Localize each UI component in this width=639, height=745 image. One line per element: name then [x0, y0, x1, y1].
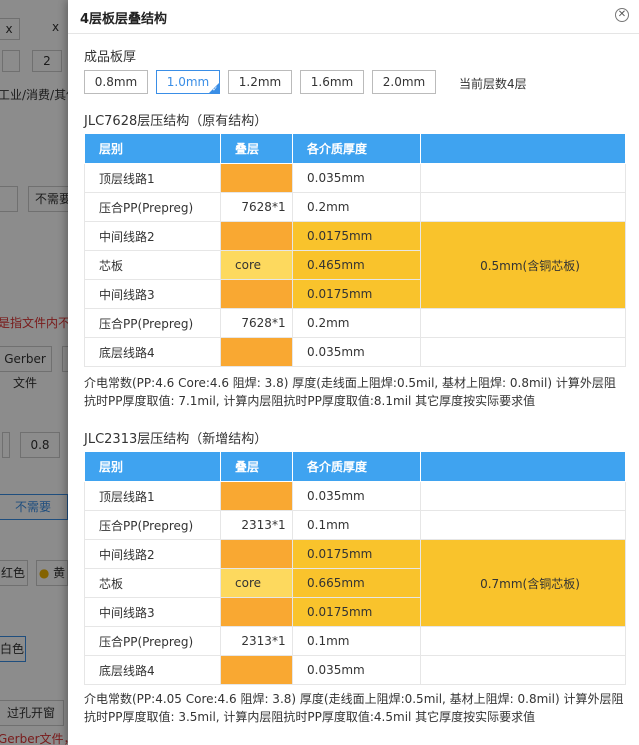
thickness-cell: 0.035mm [292, 163, 421, 193]
extra-cell [420, 337, 626, 367]
table-row: 顶层线路1 0.035mm [84, 481, 626, 511]
check-icon: ✓ [212, 85, 218, 93]
layer-name: 顶层线路1 [84, 481, 221, 511]
header-thickness: 各介质厚度 [292, 133, 421, 164]
stack1-title: JLC7628层压结构（原有结构） [84, 114, 268, 129]
stack-cell [220, 539, 293, 569]
layer-name: 底层线路4 [84, 655, 221, 685]
close-icon[interactable]: ✕ [615, 8, 629, 22]
thickness-cell: 0.1mm [292, 626, 421, 656]
thickness-option-label: 1.0mm [166, 75, 210, 89]
stack-cell: 7628*1 [220, 192, 293, 222]
stack1-note: 介电常数(PP:4.6 Core:4.6 阻焊: 3.8) 厚度(走线面上阻焊:… [84, 376, 616, 408]
layer-name: 中间线路3 [84, 279, 221, 309]
header-extra [420, 133, 626, 164]
layer-count-text: 当前层数4层 [459, 77, 527, 91]
header-thickness: 各介质厚度 [292, 451, 421, 482]
thickness-cell: 0.0175mm [292, 539, 421, 569]
table-row: 顶层线路1 0.035mm [84, 163, 626, 193]
table-row: 压合PP(Prepreg) 7628*1 0.2mm [84, 192, 626, 222]
header-layer: 层别 [84, 133, 221, 164]
modal-header: 4层板层叠结构 ✕ [68, 0, 639, 34]
extra-cell [420, 163, 626, 193]
extra-cell [420, 655, 626, 685]
stack-cell: 2313*1 [220, 626, 293, 656]
layer-name: 压合PP(Prepreg) [84, 308, 221, 338]
header-layer: 层别 [84, 451, 221, 482]
header-stack: 叠层 [220, 451, 293, 482]
stackup-modal: 4层板层叠结构 ✕ 成品板厚 0.8mm 1.0mm ✓ 1.2mm 1.6mm … [68, 0, 639, 745]
table-header-row: 层别 叠层 各介质厚度 [84, 451, 626, 482]
table-row: 压合PP(Prepreg) 2313*1 0.1mm [84, 510, 626, 540]
table-row: 底层线路4 0.035mm [84, 655, 626, 685]
modal-title: 4层板层叠结构 [80, 12, 168, 27]
layer-name: 压合PP(Prepreg) [84, 626, 221, 656]
thickness-cell: 0.0175mm [292, 221, 421, 251]
table-row: 中间线路2 0.0175mm 0.5mm(含铜芯板) [84, 221, 626, 309]
stack-cell: 7628*1 [220, 308, 293, 338]
thickness-option-1-0[interactable]: 1.0mm ✓ [156, 70, 220, 94]
extra-cell [420, 510, 626, 540]
thickness-cell: 0.035mm [292, 337, 421, 367]
table-row: 底层线路4 0.035mm [84, 337, 626, 367]
layer-name: 压合PP(Prepreg) [84, 192, 221, 222]
stack2-note: 介电常数(PP:4.05 Core:4.6 阻焊: 3.8) 厚度(走线面上阻焊… [84, 692, 624, 724]
thickness-option-0-8[interactable]: 0.8mm [84, 70, 148, 94]
extra-cell [420, 626, 626, 656]
thickness-cell: 0.1mm [292, 510, 421, 540]
stack-cell [220, 279, 293, 309]
thickness-option-1-6[interactable]: 1.6mm [300, 70, 364, 94]
thickness-cell: 0.465mm [292, 250, 421, 280]
thickness-cell: 0.0175mm [292, 279, 421, 309]
thickness-cell: 0.2mm [292, 192, 421, 222]
stack2-table: 层别 叠层 各介质厚度 顶层线路1 0.035mm 压合PP(Prepreg) … [84, 451, 626, 685]
stack-cell [220, 221, 293, 251]
layer-name: 中间线路2 [84, 221, 221, 251]
stack-cell: core [220, 568, 293, 598]
stack-cell [220, 163, 293, 193]
stack1-table: 层别 叠层 各介质厚度 顶层线路1 0.035mm 压合PP(Prepreg) … [84, 133, 626, 367]
core-total-cell: 0.5mm(含铜芯板) [420, 221, 626, 309]
core-total-cell: 0.7mm(含铜芯板) [420, 539, 626, 627]
extra-cell [420, 481, 626, 511]
table-header-row: 层别 叠层 各介质厚度 [84, 133, 626, 164]
thickness-option-1-2[interactable]: 1.2mm [228, 70, 292, 94]
header-extra [420, 451, 626, 482]
extra-cell [420, 192, 626, 222]
layer-name: 底层线路4 [84, 337, 221, 367]
table-row: 压合PP(Prepreg) 2313*1 0.1mm [84, 626, 626, 656]
header-stack: 叠层 [220, 133, 293, 164]
stack-cell [220, 481, 293, 511]
stack-cell: core [220, 250, 293, 280]
layer-name: 顶层线路1 [84, 163, 221, 193]
stack2-title: JLC2313层压结构（新增结构） [84, 432, 268, 447]
layer-name: 中间线路2 [84, 539, 221, 569]
thickness-cell: 0.665mm [292, 568, 421, 598]
table-row: 压合PP(Prepreg) 7628*1 0.2mm [84, 308, 626, 338]
thickness-option-2-0[interactable]: 2.0mm [372, 70, 436, 94]
extra-cell [420, 308, 626, 338]
thickness-cell: 0.0175mm [292, 597, 421, 627]
layer-name: 芯板 [84, 250, 221, 280]
stack-cell [220, 597, 293, 627]
layer-name: 压合PP(Prepreg) [84, 510, 221, 540]
stack-cell [220, 655, 293, 685]
thickness-label: 成品板厚 [84, 50, 137, 65]
stack-cell: 2313*1 [220, 510, 293, 540]
table-row: 中间线路2 0.0175mm 0.7mm(含铜芯板) [84, 539, 626, 627]
layer-name: 芯板 [84, 568, 221, 598]
thickness-cell: 0.035mm [292, 481, 421, 511]
layer-name: 中间线路3 [84, 597, 221, 627]
stack-cell [220, 337, 293, 367]
thickness-cell: 0.2mm [292, 308, 421, 338]
thickness-cell: 0.035mm [292, 655, 421, 685]
